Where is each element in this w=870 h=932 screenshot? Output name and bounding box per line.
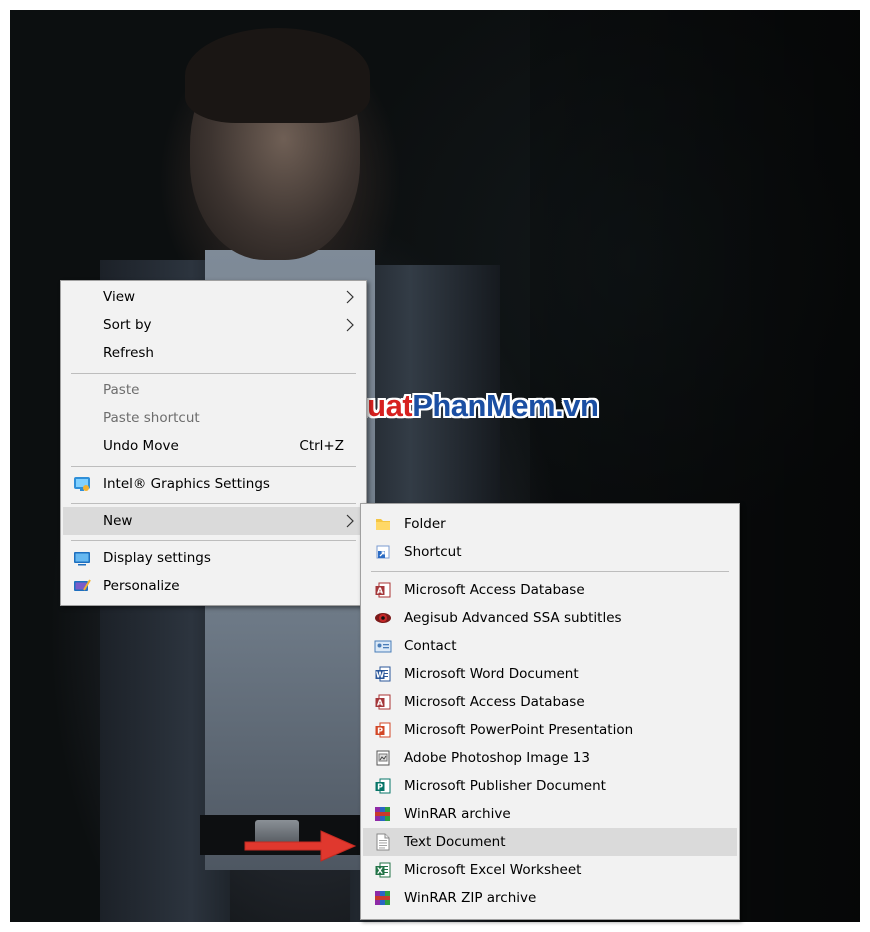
menu-item-label: Aegisub Advanced SSA subtitles (404, 610, 622, 626)
svg-text:A: A (377, 587, 384, 596)
word-icon: W (375, 666, 391, 682)
menu-item-paste-shortcut[interactable]: Paste shortcut (63, 404, 364, 432)
submenu-item-winrar-zip[interactable]: WinRAR ZIP archive (363, 884, 737, 912)
menu-item-label: New (103, 513, 133, 529)
shortcut-icon (376, 545, 390, 559)
menu-item-display-settings[interactable]: Display settings (63, 544, 364, 572)
submenu-item-aegisub[interactable]: Aegisub Advanced SSA subtitles (363, 604, 737, 632)
menu-item-label: Contact (404, 638, 457, 654)
pointer-arrow-icon (244, 830, 357, 862)
menu-item-label: Paste (103, 382, 140, 398)
contact-icon (374, 640, 392, 653)
access-icon: A (375, 582, 391, 598)
submenu-item-photoshop[interactable]: Adobe Photoshop Image 13 (363, 744, 737, 772)
submenu-item-powerpoint[interactable]: P Microsoft PowerPoint Presentation (363, 716, 737, 744)
menu-separator (71, 466, 356, 467)
submenu-item-publisher[interactable]: P Microsoft Publisher Document (363, 772, 737, 800)
menu-item-label: Display settings (103, 550, 211, 566)
svg-text:P: P (377, 783, 383, 792)
watermark-part2: PhanMem.vn (412, 388, 599, 423)
publisher-icon: P (375, 778, 391, 794)
text-document-icon (376, 833, 390, 851)
svg-text:A: A (377, 699, 384, 708)
menu-item-label: Microsoft Word Document (404, 666, 579, 682)
access-icon: A (375, 694, 391, 710)
menu-separator (71, 540, 356, 541)
menu-item-label: Refresh (103, 345, 154, 361)
menu-item-shortcut: Ctrl+Z (299, 438, 344, 454)
menu-item-label: Sort by (103, 317, 152, 333)
intel-graphics-icon (74, 477, 90, 491)
display-icon (74, 552, 90, 566)
menu-item-undo-move[interactable]: Undo Move Ctrl+Z (63, 432, 364, 460)
powerpoint-icon: P (375, 722, 391, 738)
menu-item-label: WinRAR archive (404, 806, 511, 822)
menu-item-label: Microsoft Access Database (404, 582, 585, 598)
submenu-item-folder[interactable]: Folder (363, 510, 737, 538)
menu-item-label: Folder (404, 516, 446, 532)
desktop-context-menu: View Sort by Refresh Paste Paste shortcu… (60, 280, 367, 606)
menu-item-label: Shortcut (404, 544, 462, 560)
submenu-item-access-database-2[interactable]: A Microsoft Access Database (363, 688, 737, 716)
chevron-right-icon (346, 514, 354, 528)
submenu-item-contact[interactable]: Contact (363, 632, 737, 660)
menu-item-label: Adobe Photoshop Image 13 (404, 750, 590, 766)
wallpaper-hair (185, 28, 370, 123)
submenu-item-word-document[interactable]: W Microsoft Word Document (363, 660, 737, 688)
personalize-icon (74, 579, 91, 591)
menu-separator (71, 503, 356, 504)
menu-item-label: Text Document (404, 834, 506, 850)
chevron-right-icon (346, 318, 354, 332)
menu-item-new[interactable]: New (63, 507, 364, 535)
menu-item-label: Personalize (103, 578, 180, 594)
menu-item-label: Undo Move (103, 438, 179, 454)
svg-text:W: W (376, 671, 385, 680)
menu-item-intel-graphics[interactable]: Intel® Graphics Settings (63, 470, 364, 498)
submenu-item-excel[interactable]: X Microsoft Excel Worksheet (363, 856, 737, 884)
excel-icon: X (375, 862, 391, 878)
menu-separator (371, 571, 729, 572)
winrar-zip-icon (375, 891, 390, 905)
menu-item-label: View (103, 289, 136, 305)
folder-icon (376, 519, 390, 530)
menu-item-label: WinRAR ZIP archive (404, 890, 537, 906)
menu-item-label: Microsoft Access Database (404, 694, 585, 710)
menu-item-view[interactable]: View (63, 283, 364, 311)
menu-item-sort-by[interactable]: Sort by (63, 311, 364, 339)
menu-separator (71, 373, 356, 374)
aegisub-icon (375, 613, 391, 623)
menu-item-label: Microsoft Excel Worksheet (404, 862, 582, 878)
photoshop-image-icon (376, 750, 390, 766)
submenu-item-winrar-archive[interactable]: WinRAR archive (363, 800, 737, 828)
submenu-item-shortcut[interactable]: Shortcut (363, 538, 737, 566)
menu-item-personalize[interactable]: Personalize (63, 572, 364, 600)
winrar-icon (375, 807, 390, 821)
new-submenu: Folder Shortcut A Microsoft Access Datab… (360, 503, 740, 920)
menu-item-label: Microsoft Publisher Document (404, 778, 606, 794)
menu-item-paste[interactable]: Paste (63, 376, 364, 404)
svg-text:P: P (377, 727, 383, 736)
menu-item-label: Paste shortcut (103, 410, 200, 426)
chevron-right-icon (346, 290, 354, 304)
menu-item-refresh[interactable]: Refresh (63, 339, 364, 367)
menu-item-label: Microsoft PowerPoint Presentation (404, 722, 634, 738)
submenu-item-access-database-1[interactable]: A Microsoft Access Database (363, 576, 737, 604)
submenu-item-text-document[interactable]: Text Document (363, 828, 737, 856)
menu-item-label: Intel® Graphics Settings (103, 476, 270, 492)
svg-text:X: X (377, 867, 384, 876)
